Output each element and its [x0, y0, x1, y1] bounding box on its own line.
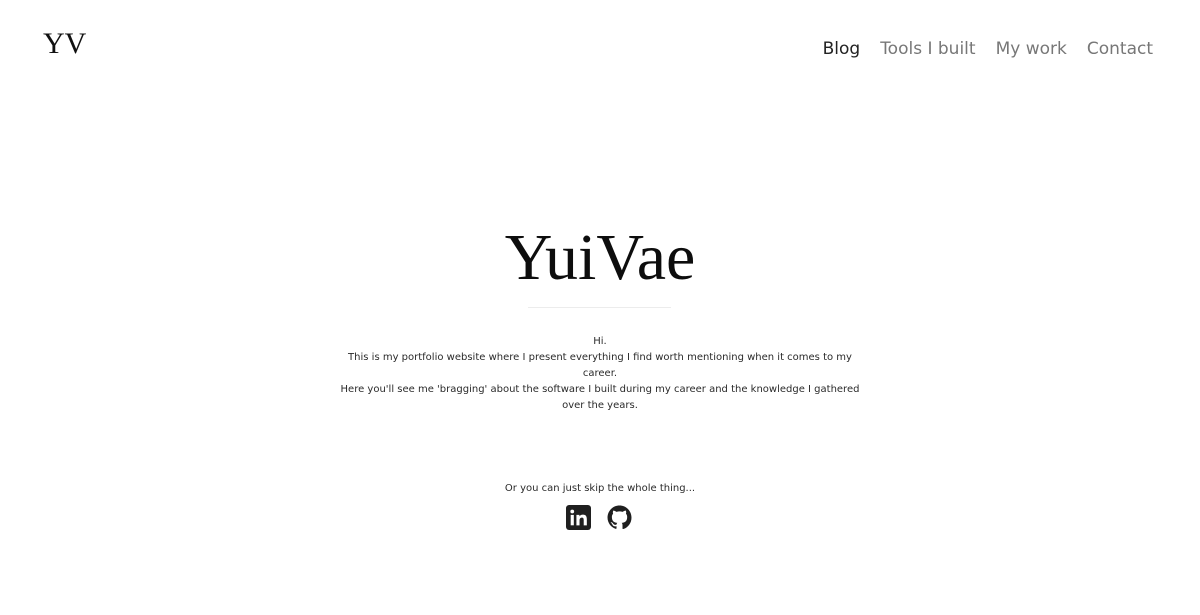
site-logo[interactable]: YV [43, 27, 86, 61]
github-link[interactable] [607, 505, 632, 530]
title-divider [528, 307, 671, 308]
skip-text: Or you can just skip the whole thing... [504, 483, 696, 494]
intro-line-2: Here you'll see me 'bragging' about the … [340, 384, 860, 411]
hero-title: YuiVae [504, 221, 696, 294]
github-icon [607, 505, 632, 530]
nav-blog-link[interactable]: Blog [823, 38, 861, 60]
linkedin-icon [566, 505, 591, 530]
intro-greeting: Hi. [593, 336, 607, 347]
social-links [566, 505, 632, 530]
intro-text: Hi. This is my portfolio website where I… [340, 334, 860, 414]
linkedin-link[interactable] [566, 505, 591, 530]
nav-contact-link[interactable]: Contact [1087, 38, 1153, 60]
nav-work-link[interactable]: My work [996, 38, 1067, 60]
intro-line-1: This is my portfolio website where I pre… [348, 352, 852, 379]
main-nav: Blog Tools I built My work Contact [823, 38, 1153, 60]
nav-tools-link[interactable]: Tools I built [880, 38, 975, 60]
